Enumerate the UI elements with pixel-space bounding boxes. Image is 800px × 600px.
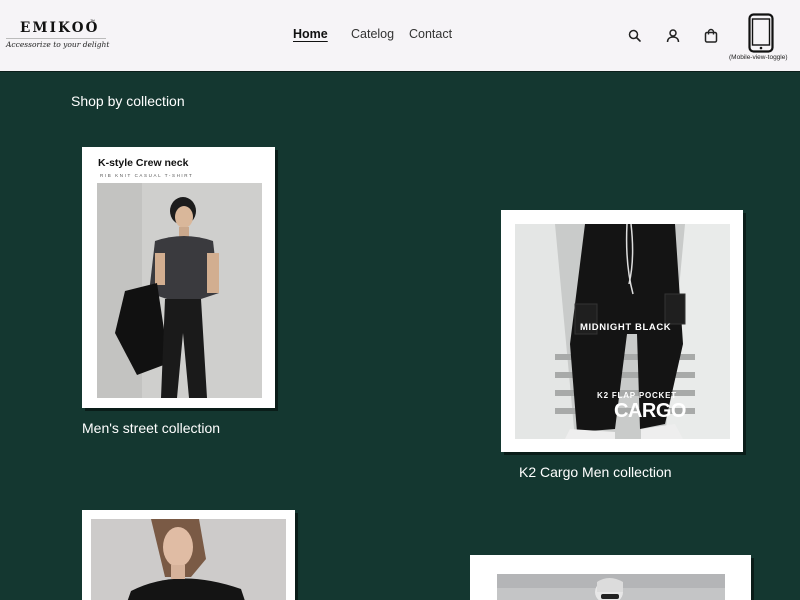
product-photo <box>97 183 262 398</box>
product-photo <box>497 574 725 600</box>
product-photo: MIDNIGHT BLACK K2 FLAP POCKET CARGO <box>515 224 730 439</box>
card-subtitle: RIB KNIT CASUAL T-SHIRT <box>100 173 194 178</box>
card-title: K-style Crew neck <box>98 157 189 169</box>
brand-logo[interactable]: EMIKOO ™ Accessorize to your delight <box>6 18 110 58</box>
cart-icon[interactable] <box>702 27 720 45</box>
nav-catelog[interactable]: Catelog <box>351 27 394 41</box>
collection-card-k2-cargo[interactable]: MIDNIGHT BLACK K2 FLAP POCKET CARGO <box>501 210 743 452</box>
nav-contact[interactable]: Contact <box>409 27 452 41</box>
mobile-view-toggle-button[interactable] <box>748 13 774 53</box>
collection-card-women[interactable] <box>82 510 295 600</box>
logo-tagline: Accessorize to your delight <box>6 38 110 49</box>
site-header: EMIKOO ™ Accessorize to your delight Hom… <box>0 0 800 72</box>
section-title: Shop by collection <box>71 93 185 109</box>
photo-label-style: K2 FLAP POCKET <box>597 391 677 400</box>
nav-home[interactable]: Home <box>293 27 328 41</box>
collection-card-accessories[interactable] <box>470 555 751 600</box>
collection-card-mens-street[interactable]: K-style Crew neck RIB KNIT CASUAL T-SHIR… <box>82 147 275 408</box>
photo-label-product: CARGO <box>614 400 686 422</box>
logo-trademark: ™ <box>90 19 95 25</box>
mobile-phone-icon <box>748 13 774 53</box>
collection-caption[interactable]: Men's street collection <box>82 420 220 436</box>
photo-label-color: MIDNIGHT BLACK <box>580 322 672 333</box>
user-icon[interactable] <box>664 27 682 45</box>
logo-wordmark: EMIKOO <box>20 20 100 36</box>
mobile-view-toggle-label: (Mobile-view-toggle) <box>729 54 788 61</box>
search-icon[interactable] <box>626 27 644 45</box>
collection-caption[interactable]: K2 Cargo Men collection <box>519 464 672 480</box>
product-photo <box>91 519 286 600</box>
